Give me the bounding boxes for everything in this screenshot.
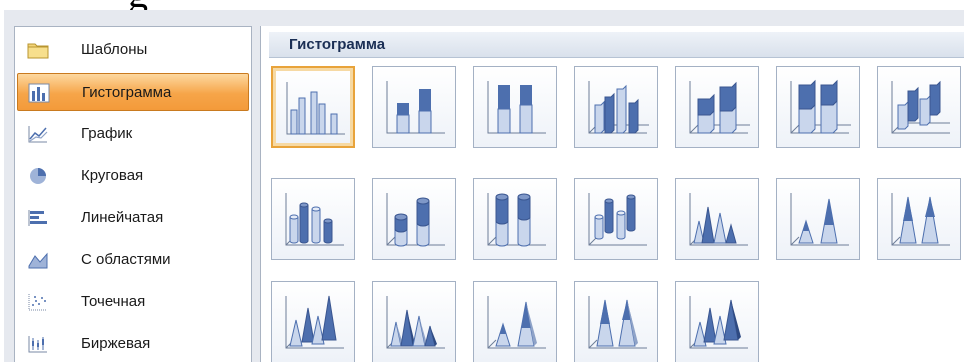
sidebar-item-label: Точечная bbox=[81, 293, 146, 310]
3d-cone-icon bbox=[285, 295, 344, 349]
sidebar-item-line[interactable]: График bbox=[17, 115, 249, 153]
tile-3d-clustered-column[interactable] bbox=[574, 66, 658, 148]
stacked-cone-icon bbox=[790, 193, 849, 246]
pie-chart-icon bbox=[30, 168, 46, 184]
100-stacked-cylinder-icon bbox=[487, 193, 546, 247]
sidebar-item-stock[interactable]: Биржевая bbox=[17, 325, 249, 362]
sidebar-item-label: С областями bbox=[81, 251, 171, 268]
clustered-pyramid-icon bbox=[386, 296, 445, 349]
chart-category-list: Шаблоны Гистограмма График Круговая Лине… bbox=[14, 26, 252, 362]
bar-chart-icon bbox=[28, 210, 47, 226]
sidebar-item-scatter[interactable]: Точечная bbox=[17, 283, 249, 321]
3d-column-icon bbox=[891, 80, 950, 134]
tile-3d-column[interactable] bbox=[877, 66, 961, 148]
100-stacked-column-icon bbox=[487, 81, 546, 134]
sidebar-item-label: Круговая bbox=[81, 167, 144, 184]
3d-cylinder-icon bbox=[588, 193, 647, 246]
sidebar-item-label: Линейчатая bbox=[81, 209, 164, 226]
tile-3d-cone[interactable] bbox=[271, 281, 355, 362]
tile-100-stacked-column[interactable] bbox=[473, 66, 557, 148]
folder-icon bbox=[27, 43, 49, 59]
100-stacked-cone-icon bbox=[891, 193, 950, 246]
gallery-group-header: Гистограмма bbox=[269, 32, 964, 58]
chart-type-dialog: Шаблоны Гистограмма График Круговая Лине… bbox=[4, 10, 964, 362]
sidebar-item-templates[interactable]: Шаблоны bbox=[17, 31, 249, 69]
stacked-column-icon bbox=[386, 81, 445, 134]
sidebar-item-label: Гистограмма bbox=[82, 84, 172, 101]
tile-clustered-cone[interactable] bbox=[675, 178, 759, 260]
stacked-pyramid-icon bbox=[487, 296, 546, 349]
3d-100-stacked-column-icon bbox=[790, 79, 851, 134]
clustered-cylinder-icon bbox=[285, 193, 344, 246]
column-chart-icon bbox=[28, 83, 50, 103]
3d-stacked-column-icon bbox=[689, 81, 750, 134]
3d-clustered-column-icon bbox=[588, 81, 649, 134]
tile-3d-stacked-column[interactable] bbox=[675, 66, 759, 148]
stock-chart-icon bbox=[28, 336, 47, 353]
sidebar-item-label: График bbox=[81, 125, 133, 142]
tile-3d-cylinder[interactable] bbox=[574, 178, 658, 260]
tile-3d-pyramid[interactable] bbox=[675, 281, 759, 362]
sidebar-item-area[interactable]: С областями bbox=[17, 241, 249, 279]
sidebar-item-label: Биржевая bbox=[81, 335, 151, 352]
tile-clustered-cylinder[interactable] bbox=[271, 178, 355, 260]
sidebar-item-bar[interactable]: Линейчатая bbox=[17, 199, 249, 237]
tile-clustered-column[interactable] bbox=[271, 66, 355, 148]
stacked-cylinder-icon bbox=[386, 193, 445, 247]
tile-3d-100-stacked-column[interactable] bbox=[776, 66, 860, 148]
sidebar-item-column[interactable]: Гистограмма bbox=[17, 73, 249, 111]
area-chart-icon bbox=[28, 252, 48, 269]
tile-stacked-cone[interactable] bbox=[776, 178, 860, 260]
tile-100-stacked-cone[interactable] bbox=[877, 178, 961, 260]
sidebar-item-pie[interactable]: Круговая bbox=[17, 157, 249, 195]
clustered-cone-icon bbox=[689, 193, 748, 246]
tile-stacked-column[interactable] bbox=[372, 66, 456, 148]
tile-stacked-pyramid[interactable] bbox=[473, 281, 557, 362]
100-stacked-pyramid-icon bbox=[588, 296, 647, 349]
chart-subtype-gallery: Гистограмма bbox=[260, 26, 964, 362]
clustered-column-icon bbox=[286, 82, 345, 135]
scatter-chart-icon bbox=[28, 294, 47, 311]
line-chart-icon bbox=[28, 126, 48, 143]
tile-100-stacked-pyramid[interactable] bbox=[574, 281, 658, 362]
tile-clustered-pyramid[interactable] bbox=[372, 281, 456, 362]
gallery-group-title: Гистограмма bbox=[289, 36, 386, 53]
tile-stacked-cylinder[interactable] bbox=[372, 178, 456, 260]
3d-pyramid-icon bbox=[689, 296, 748, 349]
tile-100-stacked-cylinder[interactable] bbox=[473, 178, 557, 260]
sidebar-item-label: Шаблоны bbox=[81, 41, 148, 58]
